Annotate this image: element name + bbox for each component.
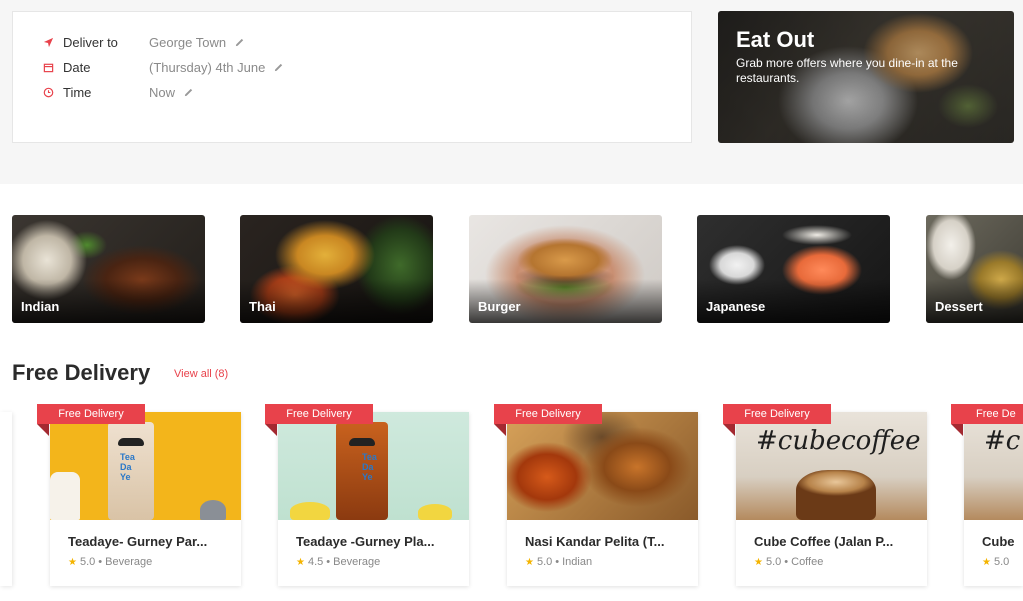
restaurant-name: Nasi Kandar Pelita (T... [525,534,665,549]
free-delivery-badge: Free Delivery [265,404,373,424]
restaurant-image: Tea Da Ye [50,412,241,520]
restaurant-image [507,412,698,520]
free-delivery-badge: Free De [951,404,1023,424]
location-arrow-icon [41,35,55,49]
edit-pencil-icon[interactable] [183,87,194,98]
restaurant-card[interactable]: Nasi Kandar Pelita (T... ★ 5.0 • Indian [507,412,698,586]
star-icon: ★ [296,556,305,568]
coffee-cup [796,470,876,520]
rating: 5.0 [79,556,96,568]
ribbon-fold [723,424,735,436]
free-delivery-badge: Free Delivery [723,404,831,424]
restaurant-meta: ★ 4.5 • Beverage [296,556,380,568]
ribbon-fold [37,424,49,436]
tea-label: Tea Da Ye [120,452,135,482]
restaurant-meta: ★ 5.0 • Indian [525,556,592,568]
ribbon-fold [494,424,506,436]
ribbon-fold [265,424,277,436]
eat-out-subtitle: Grab more offers where you dine-in at th… [736,56,958,85]
tea-label: Tea Da Ye [362,452,377,482]
lemon [290,502,330,520]
star-icon: ★ [754,556,763,568]
time-row[interactable]: Time Now [41,82,194,102]
separator-dot: • [555,556,560,568]
restaurant-meta: ★ 5.0 • Beverage [68,556,152,568]
restaurant-name: Teadaye- Gurney Par... [68,534,208,549]
cube-coffee-script: #c [984,426,1021,456]
separator-dot: • [784,556,789,568]
eat-out-title: Eat Out [736,27,815,52]
category: Beverage [105,556,153,568]
restaurant-card[interactable]: Tea Da Ye Teadaye -Gurney Pla... ★ 4.5 •… [278,412,469,586]
mustache-logo [349,438,375,446]
restaurant-card[interactable]: #c Cube ★ 5.0 [964,412,1023,586]
cuisine-name: Thai [249,299,276,314]
cuisine-name: Dessert [935,299,983,314]
date-value: (Thursday) 4th June [149,59,266,75]
deliver-to-label: Deliver to [63,34,118,50]
mustache-logo [118,438,144,446]
restaurant-card[interactable]: #cubecoffee Cube Coffee (Jalan P... ★ 5.… [736,412,927,586]
edit-pencil-icon[interactable] [234,37,245,48]
restaurant-name: Cube Coffee (Jalan P... [754,534,894,549]
cuisine-tile-indian[interactable]: Indian [12,215,205,323]
separator-dot: • [326,556,331,568]
cuisine-tile-japanese[interactable]: Japanese [697,215,890,323]
date-label: Date [63,59,91,75]
rating: 4.5 [307,556,324,568]
eat-out-banner[interactable]: Eat Out Grab more offers where you dine-… [718,11,1014,143]
glass [50,472,80,520]
date-row[interactable]: Date (Thursday) 4th June [41,57,284,77]
ribbon-fold [951,424,963,436]
free-delivery-badge: Free Delivery [37,404,145,424]
view-all-link[interactable]: View all (8) [174,368,228,380]
cuisine-name: Japanese [706,299,766,314]
calendar-icon [41,60,55,74]
restaurant-image: Tea Da Ye [278,412,469,520]
deliver-to-value: George Town [149,34,227,50]
restaurant-image: #c [964,412,1023,520]
clock-icon [41,85,55,99]
star-icon: ★ [68,556,77,568]
time-label: Time [63,84,92,100]
cuisine-tile-burger[interactable]: Burger [469,215,662,323]
category: Indian [562,556,593,568]
restaurant-meta: ★ 5.0 • Coffee [754,556,823,568]
restaurant-card[interactable]: Tea Da Ye Teadaye- Gurney Par... ★ 5.0 •… [50,412,241,586]
previous-card-edge [0,412,12,586]
lemon [418,504,452,520]
cuisine-tile-thai[interactable]: Thai [240,215,433,323]
category: Coffee [791,556,824,568]
rating: 5.0 [765,556,782,568]
restaurant-image: #cubecoffee [736,412,927,520]
edit-pencil-icon[interactable] [273,62,284,73]
elephant-figure [200,500,226,520]
cube-coffee-script: #cubecoffee [756,426,921,456]
category: Beverage [333,556,381,568]
rating: 5.0 [993,556,1010,568]
cuisine-name: Indian [21,299,60,314]
separator-dot: • [98,556,103,568]
delivery-options-card: Deliver to George Town Date (Thursday) 4… [12,11,692,143]
star-icon: ★ [525,556,534,568]
deliver-to-row[interactable]: Deliver to George Town [41,32,245,52]
section-title: Free Delivery [12,360,151,385]
rating: 5.0 [536,556,553,568]
free-delivery-badge: Free Delivery [494,404,602,424]
restaurant-meta: ★ 5.0 [982,556,1009,568]
restaurant-name: Teadaye -Gurney Pla... [296,534,435,549]
cuisine-name: Burger [478,299,521,314]
star-icon: ★ [982,556,991,568]
time-value: Now [149,84,176,100]
restaurant-name: Cube [982,534,1015,549]
cuisine-tile-dessert[interactable]: Dessert [926,215,1023,323]
